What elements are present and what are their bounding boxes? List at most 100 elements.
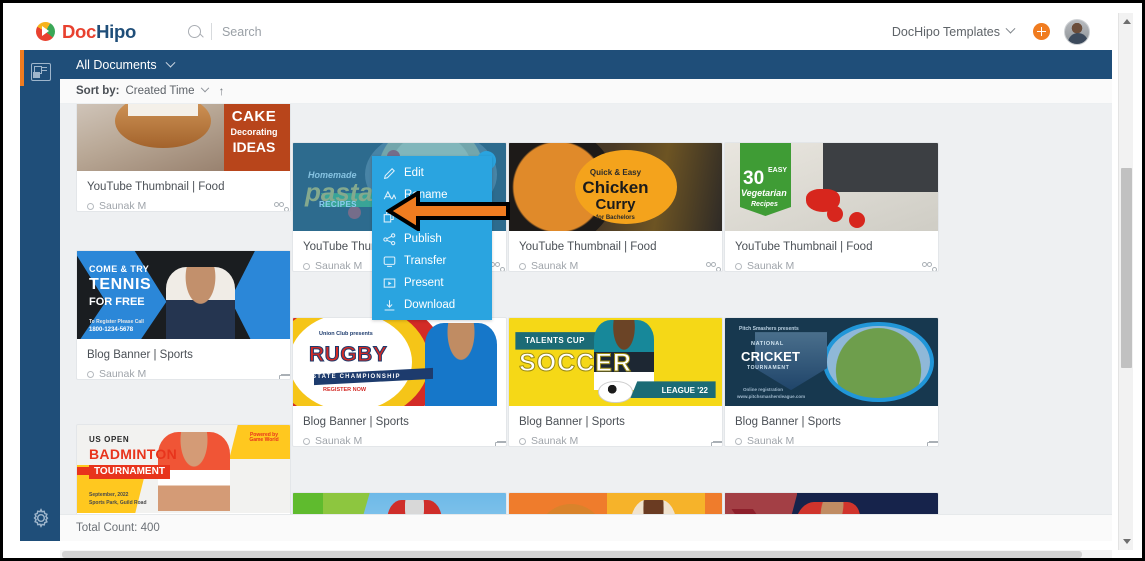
art-text: COME & TRY [89,264,150,274]
logo-hipo-text: Hipo [96,20,136,42]
search-icon [187,25,201,38]
context-menu-item-download[interactable]: Download [372,294,492,316]
card-thumbnail[interactable]: Pitch Smashers presents NATIONAL CRICKET… [725,318,938,406]
card-title: YouTube Thumbnail | Food [519,241,657,253]
art-text: SOCCER [519,349,632,377]
card-meta: YouTube Thumbnail | Food Saunak M [77,171,290,212]
scroll-up-arrow-icon[interactable] [1123,19,1131,24]
document-card[interactable]: 30 EASY Vegetarian Recipes YouTube Thumb… [724,142,939,272]
all-documents-label: All Documents [76,57,157,72]
chevron-down-icon[interactable] [201,83,210,93]
art-text: REGISTER NOW [323,387,367,393]
search-area[interactable] [187,23,482,40]
thumbnail-art-soccer: TALENTS CUP SOCCER LEAGUE '22 [509,318,722,406]
document-card[interactable]: Pitch Smashers presents NATIONAL CRICKET… [724,317,939,447]
thumbnail-art-curry: Quick & Easy Chicken Curry for Bachelors [509,143,722,231]
art-text: Union Club presents [319,331,373,337]
card-meta: Blog Banner | Sports Saunak M [293,406,506,447]
card-thumbnail[interactable]: Union Club presents RUGBY STATE CHAMPION… [293,318,506,406]
horizontal-scrollbar[interactable] [60,550,1112,559]
art-text: TENNIS [89,276,152,293]
user-icon [518,262,529,271]
all-documents-dropdown[interactable]: All Documents [76,57,176,72]
app-logo[interactable]: DocHipo [36,21,136,43]
search-input[interactable] [221,24,482,39]
context-menu-item-edit[interactable]: Edit [372,162,492,184]
art-text: for Bachelors [596,215,635,221]
art-text: RUGBY [308,343,388,366]
left-sidebar [20,50,60,541]
card-title: Blog Banner | Sports [735,416,841,428]
art-text: Vegetarian [741,188,787,198]
card-meta: YouTube Thumbnail | Food Saunak M [725,231,938,271]
art-text: FOR FREE [89,296,145,308]
vertical-scrollbar[interactable] [1118,13,1133,550]
card-owner-name: Saunak M [747,435,795,447]
download-icon [383,299,396,312]
card-thumbnail[interactable]: TALENTS CUP SOCCER LEAGUE '22 [509,318,722,406]
card-thumbnail[interactable]: US OPEN BADMINTON TOURNAMENT Powered by … [77,425,290,513]
art-text: Decorating [230,127,278,137]
context-menu-item-transfer[interactable]: Transfer [372,250,492,272]
dochipo-logo-icon [36,22,55,41]
card-owner-name: Saunak M [315,260,363,272]
sort-direction-toggle[interactable]: ↑ [218,84,224,98]
art-text: 30 [743,168,765,189]
workspace-selector[interactable]: DocHipo Templates [892,23,1016,39]
card-thumbnail[interactable]: Quick & Easy Chicken Curry for Bachelors [509,143,722,231]
sort-value[interactable]: Created Time [125,85,194,97]
card-thumbnail[interactable]: 30 EASY Vegetarian Recipes [725,143,938,231]
card-meta: Blog Banner | Sports Saunak M [725,406,938,447]
user-icon [86,370,97,379]
user-icon [302,437,313,446]
context-menu-item-publish[interactable]: Publish [372,228,492,250]
art-text: TALENTS CUP [525,336,585,345]
card-meta: Blog Banner | Sports Saunak M [77,339,290,379]
card-owner-name: Saunak M [99,200,147,212]
document-card[interactable]: TALENTS CUP SOCCER LEAGUE '22 Blog Banne… [508,317,723,447]
logo-text: DocHipo [62,21,136,43]
transfer-icon [383,255,396,268]
horizontal-scrollbar-thumb[interactable] [62,551,1082,558]
vertical-scrollbar-thumb[interactable] [1121,168,1132,368]
status-footer: Total Count: 400 [60,514,1112,541]
document-card[interactable]: COME & TRY TENNIS FOR FREE To Register P… [76,250,291,380]
user-icon [734,262,745,271]
user-avatar[interactable] [1064,18,1090,45]
card-meta: Blog Banner | Sports Saunak M [509,406,722,446]
card-owner: Saunak M [86,368,280,379]
documents-content: Sort by: Created Time ↑ CAKE Decorating … [60,79,1112,541]
art-text: EASY [768,167,788,174]
thumbnail-art-badminton: US OPEN BADMINTON TOURNAMENT Powered by … [77,425,290,513]
thumbnail-art-cricket: Pitch Smashers presents NATIONAL CRICKET… [725,318,938,406]
art-text: TOURNAMENT [747,365,790,371]
art-text: Sports Park, Guild Road [89,500,147,506]
card-owner-name: Saunak M [315,435,363,447]
context-menu-label: Transfer [404,255,447,267]
gear-icon[interactable] [30,507,52,529]
document-card[interactable]: Union Club presents RUGBY STATE CHAMPION… [292,317,507,447]
context-menu-label: Present [404,277,444,289]
header-right-controls: DocHipo Templates [892,18,1090,45]
art-text: Quick & Easy [589,168,642,177]
chevron-down-icon [1005,23,1016,34]
present-icon [383,277,396,290]
context-menu-item-present[interactable]: Present [372,272,492,294]
create-new-button[interactable] [1033,23,1050,40]
top-header: DocHipo DocHipo Templates [20,13,1112,50]
art-text: US OPEN [89,435,130,444]
search-divider [210,23,212,40]
card-thumbnail[interactable]: COME & TRY TENNIS FOR FREE To Register P… [77,251,290,339]
logo-doc-text: Doc [62,20,97,42]
pencil-icon [383,167,396,180]
art-text: Powered by Game World [249,432,279,443]
art-text: LEAGUE '22 [661,386,708,395]
documents-grid: CAKE Decorating IDEAS YouTube Thumbnail … [60,82,1112,541]
document-card[interactable]: Quick & Easy Chicken Curry for Bachelors… [508,142,723,272]
sidebar-item-documents[interactable] [31,63,51,81]
card-title: Blog Banner | Sports [87,349,193,361]
card-owner-name: Saunak M [531,260,579,272]
thumbnail-art-rugby: Union Club presents RUGBY STATE CHAMPION… [293,318,506,406]
card-title: YouTube Thumbnail | Food [735,241,873,253]
scroll-down-arrow-icon[interactable] [1123,539,1131,544]
